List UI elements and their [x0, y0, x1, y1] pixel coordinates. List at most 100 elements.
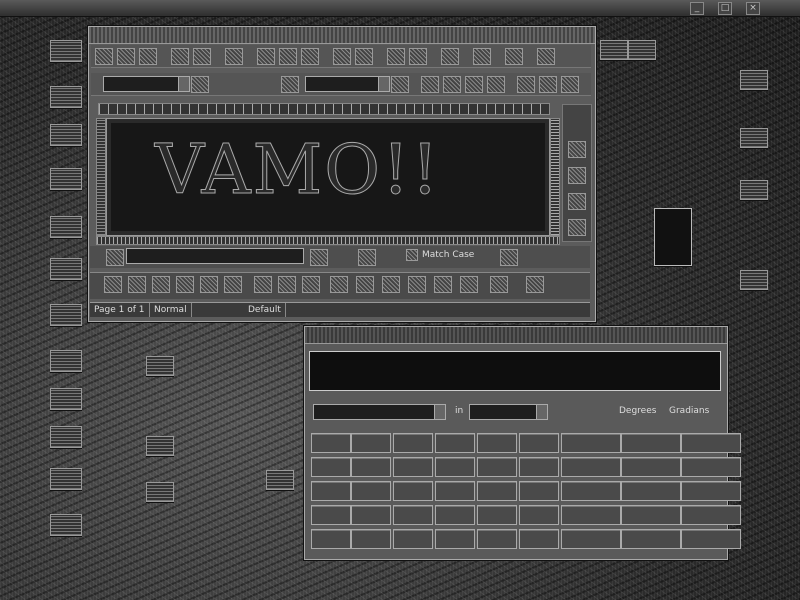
undo-icon[interactable] [333, 48, 351, 65]
desktop-file-icon[interactable] [740, 180, 768, 200]
calculator-key[interactable] [311, 505, 351, 525]
chevron-down-icon[interactable] [178, 77, 189, 91]
find-next-icon[interactable] [358, 249, 376, 266]
close-button[interactable]: × [746, 2, 760, 15]
calculator-key[interactable] [561, 505, 621, 525]
desktop-file-icon[interactable] [146, 482, 174, 502]
paint-brush-icon[interactable] [473, 48, 491, 65]
font-color-icon[interactable] [281, 76, 299, 93]
match-case-checkbox[interactable] [406, 249, 418, 261]
underline-icon[interactable] [465, 76, 483, 93]
calculator-key[interactable] [311, 529, 351, 549]
calculator-key[interactable] [351, 529, 391, 549]
strikethrough-icon[interactable] [487, 76, 505, 93]
cut-icon[interactable] [257, 48, 275, 65]
calculator-key[interactable] [621, 457, 681, 477]
calculator-key[interactable] [681, 529, 741, 549]
calculator-key[interactable] [393, 529, 433, 549]
calculator-key[interactable] [311, 481, 351, 501]
redo-icon[interactable] [355, 48, 373, 65]
calculator-key[interactable] [519, 505, 559, 525]
calculator-key[interactable] [393, 505, 433, 525]
trash-icon[interactable] [50, 514, 82, 536]
align-center-icon[interactable] [539, 76, 557, 93]
folder-icon[interactable] [50, 304, 82, 326]
new-document-icon[interactable] [95, 48, 113, 65]
calculator-key[interactable] [621, 433, 681, 453]
calculator-key[interactable] [681, 433, 741, 453]
navigator-icon[interactable] [568, 141, 586, 158]
save-icon[interactable] [139, 48, 157, 65]
folder-icon[interactable] [50, 468, 82, 490]
degrees-radio[interactable]: Degrees [619, 406, 656, 416]
convert-from-combo[interactable] [313, 404, 446, 420]
copy-icon[interactable] [279, 48, 297, 65]
horizontal-ruler[interactable] [98, 103, 550, 115]
calculator-key[interactable] [621, 505, 681, 525]
calculator-key[interactable] [681, 457, 741, 477]
find-options-icon[interactable] [500, 249, 518, 266]
calculator-key[interactable] [477, 457, 517, 477]
document-icon[interactable] [50, 168, 82, 190]
shapes-icon[interactable] [330, 276, 348, 293]
calculator-key[interactable] [393, 433, 433, 453]
chevron-down-icon[interactable] [536, 405, 547, 419]
file-manager-icon[interactable] [50, 86, 82, 108]
terminal-icon[interactable] [50, 124, 82, 146]
convert-to-combo[interactable] [469, 404, 548, 420]
rectangle-icon[interactable] [254, 276, 272, 293]
triangle-icon[interactable] [382, 276, 400, 293]
calculator-key[interactable] [681, 505, 741, 525]
horizontal-scrollbar[interactable] [96, 236, 560, 245]
desktop-file-icon[interactable] [266, 470, 294, 490]
calculator-key[interactable] [519, 457, 559, 477]
print-icon[interactable] [171, 48, 189, 65]
styles-icon[interactable] [568, 193, 586, 210]
calculator-key[interactable] [435, 457, 475, 477]
open-folder-icon[interactable] [117, 48, 135, 65]
ellipse-icon[interactable] [302, 276, 320, 293]
minimize-all-button[interactable]: _ [690, 2, 704, 15]
align-right-icon[interactable] [561, 76, 579, 93]
freeform-icon[interactable] [200, 276, 218, 293]
select-icon[interactable] [104, 276, 122, 293]
gallery-icon[interactable] [568, 167, 586, 184]
calculator-key[interactable] [519, 481, 559, 501]
columns-icon[interactable] [537, 48, 555, 65]
font-combo[interactable] [305, 76, 390, 92]
style-combo[interactable] [103, 76, 190, 92]
curve-icon[interactable] [176, 276, 194, 293]
calculator-key[interactable] [621, 529, 681, 549]
find-input[interactable] [126, 248, 304, 264]
desktop-file-icon[interactable] [740, 270, 768, 290]
window-title[interactable] [89, 27, 595, 44]
calculator-key[interactable] [477, 505, 517, 525]
italic-icon[interactable] [443, 76, 461, 93]
desktop-preview-icon[interactable] [654, 208, 692, 266]
rotate-icon[interactable] [490, 276, 508, 293]
calculator-key[interactable] [477, 433, 517, 453]
bold-icon[interactable] [421, 76, 439, 93]
paste-icon[interactable] [301, 48, 319, 65]
calculator-key[interactable] [311, 457, 351, 477]
calculator-key[interactable] [561, 457, 621, 477]
help-icon[interactable] [505, 48, 523, 65]
calculator-key[interactable] [351, 481, 391, 501]
align-left-icon[interactable] [517, 76, 535, 93]
calculator-key[interactable] [311, 433, 351, 453]
calculator-key[interactable] [393, 457, 433, 477]
calculator-key[interactable] [351, 505, 391, 525]
gradians-radio[interactable]: Gradians [669, 406, 709, 416]
calculator-key[interactable] [519, 433, 559, 453]
calculator-key[interactable] [435, 481, 475, 501]
calculator-key[interactable] [435, 505, 475, 525]
desktop-file-icon[interactable] [628, 40, 656, 60]
calculator-key[interactable] [681, 481, 741, 501]
maximize-button[interactable]: □ [718, 2, 732, 15]
folder-icon[interactable] [50, 258, 82, 280]
insert-table-icon[interactable] [409, 48, 427, 65]
calculator-key[interactable] [435, 433, 475, 453]
calculator-key[interactable] [621, 481, 681, 501]
calculator-key[interactable] [561, 529, 621, 549]
flowchart-icon[interactable] [408, 276, 426, 293]
